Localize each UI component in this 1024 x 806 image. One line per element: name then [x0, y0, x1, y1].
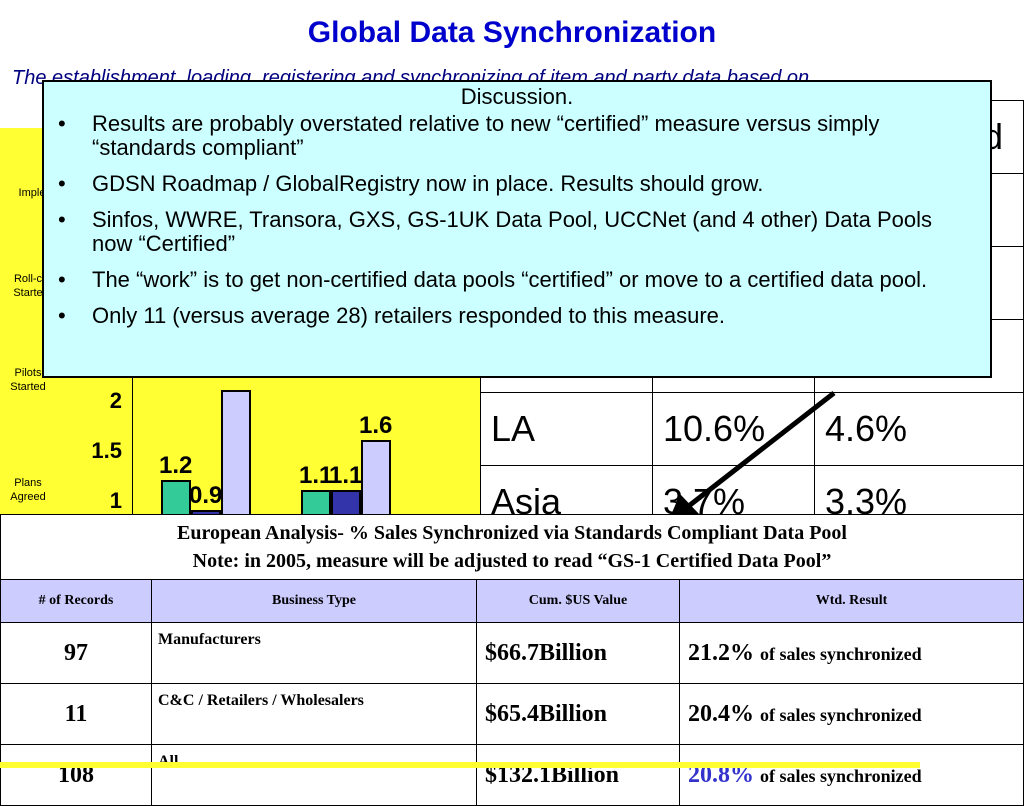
table-row: 108 All $132.1Billion 20.8% of sales syn…	[0, 744, 1024, 806]
records-cell: 97	[0, 622, 152, 684]
table-heading-line: Note: in 2005, measure will be adjusted …	[192, 550, 832, 572]
table-row: 11 C&C / Retailers / Wholesalers $65.4Bi…	[0, 683, 1024, 745]
result-suffix: of sales synchronized	[760, 643, 922, 664]
result-cell: 21.2% of sales synchronized	[679, 622, 1024, 684]
business-type-cell: Manufacturers	[151, 622, 477, 684]
table-header-row: # of Records Business Type Cum. $US Valu…	[0, 579, 1024, 623]
result-suffix: of sales synchronized	[760, 765, 922, 786]
table-heading: European Analysis- % Sales Synchronized …	[0, 514, 1024, 580]
result-suffix: of sales synchronized	[760, 704, 922, 725]
table-heading-line: European Analysis- % Sales Synchronized …	[177, 522, 847, 544]
records-cell: 11	[0, 683, 152, 745]
value-cell: $66.7Billion	[476, 622, 680, 684]
result-value: 21.2%	[688, 639, 754, 666]
business-type-cell: All	[151, 744, 477, 806]
table-row: 97 Manufacturers $66.7Billion 21.2% of s…	[0, 622, 1024, 684]
result-value: 20.4%	[688, 700, 754, 727]
result-cell: 20.4% of sales synchronized	[679, 683, 1024, 745]
column-header-result: Wtd. Result	[679, 579, 1024, 623]
chart-background-band	[0, 762, 920, 768]
records-cell: 108	[0, 744, 152, 806]
business-type-cell: C&C / Retailers / Wholesalers	[151, 683, 477, 745]
value-cell: $65.4Billion	[476, 683, 680, 745]
column-header-business-type: Business Type	[151, 579, 477, 623]
table-heading-row: European Analysis- % Sales Synchronized …	[0, 514, 1024, 580]
value-cell: $132.1Billion	[476, 744, 680, 806]
column-header-records: # of Records	[0, 579, 152, 623]
result-cell: 20.8% of sales synchronized	[679, 744, 1024, 806]
column-header-value: Cum. $US Value	[476, 579, 680, 623]
